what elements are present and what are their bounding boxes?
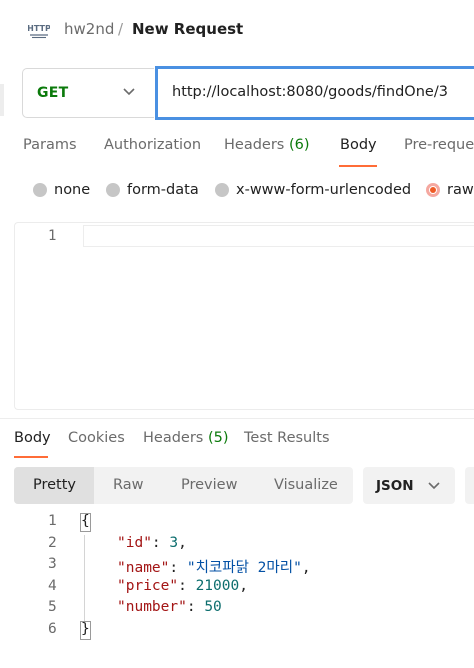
radio-icon	[33, 183, 47, 197]
json-open-brace: {	[81, 513, 90, 529]
json-key: "name"	[117, 560, 170, 576]
indent-guide	[84, 535, 85, 621]
active-response-tab-indicator	[14, 456, 48, 458]
format-label: JSON	[376, 478, 414, 494]
response-tab-body[interactable]: Body	[14, 430, 51, 446]
view-mode-visualize[interactable]: Visualize	[274, 477, 338, 493]
tab-body[interactable]: Body	[340, 137, 377, 153]
json-comma: ,	[239, 578, 248, 594]
body-type-label: form-data	[127, 182, 199, 198]
body-type-label: raw	[447, 182, 474, 198]
line-number: 1	[48, 228, 57, 244]
response-tab-headers[interactable]: Headers (5)	[143, 430, 229, 446]
line-number: 6	[48, 621, 57, 637]
view-mode-raw[interactable]: Raw	[113, 477, 144, 493]
json-key: "price"	[117, 578, 179, 594]
tab-params[interactable]: Params	[23, 137, 77, 153]
response-tab-cookies[interactable]: Cookies	[68, 430, 125, 446]
chevron-down-icon	[428, 482, 440, 490]
line-number: 5	[48, 599, 57, 615]
json-key: "number"	[117, 599, 187, 615]
tab-authorization[interactable]: Authorization	[104, 137, 201, 153]
active-tab-indicator	[339, 165, 377, 167]
json-line: "number": 50	[117, 599, 222, 615]
request-body-editor[interactable]	[14, 222, 474, 410]
line-number: 2	[48, 535, 57, 551]
tab-authorization-label: Authorization	[104, 137, 202, 153]
pane-divider[interactable]	[0, 418, 474, 419]
json-comma: ,	[178, 535, 187, 551]
response-tab-test-results[interactable]: Test Results	[244, 430, 330, 446]
radio-icon	[106, 183, 120, 197]
tab-headers[interactable]: Headers (6)	[224, 137, 310, 153]
tab-headers-label: Headers	[224, 137, 285, 153]
chevron-down-icon	[123, 88, 135, 96]
response-tab-headers-count: (5)	[207, 430, 229, 446]
json-value: 50	[204, 599, 222, 615]
line-number: 3	[48, 556, 57, 572]
json-value: "치코파닭 2마리"	[186, 560, 302, 576]
breadcrumb-collection[interactable]: hw2nd	[64, 20, 114, 38]
body-type-form-data[interactable]: form-data	[106, 180, 199, 200]
view-mode-pretty[interactable]: Pretty	[33, 477, 76, 493]
response-tab-test-results-label: Test Results	[244, 430, 330, 446]
sidebar-edge	[0, 84, 4, 116]
body-type-urlencoded[interactable]: x-www-form-urlencoded	[215, 180, 411, 200]
radio-icon	[215, 183, 229, 197]
line-number: 1	[48, 513, 57, 529]
json-comma: ,	[301, 560, 311, 576]
json-line: "id": 3,	[117, 535, 187, 551]
json-close-brace: }	[81, 621, 90, 637]
response-tab-body-label: Body	[14, 430, 51, 446]
tab-params-label: Params	[23, 137, 77, 153]
svg-text:HTTP: HTTP	[28, 24, 50, 33]
body-type-raw[interactable]: raw	[426, 180, 474, 200]
radio-checked-icon	[426, 183, 440, 197]
http-icon: HTTP	[28, 24, 50, 39]
body-type-none[interactable]: none	[33, 180, 90, 200]
json-value: 3	[169, 535, 179, 551]
json-line: "name": "치코파닭 2마리",	[117, 560, 311, 576]
method-label: GET	[37, 85, 69, 101]
editor-current-line[interactable]	[83, 225, 474, 247]
response-tab-headers-label: Headers	[143, 430, 204, 446]
json-value: 21000	[195, 578, 240, 594]
tab-pre-request-label: Pre-reque	[404, 137, 474, 153]
view-mode-preview[interactable]: Preview	[181, 477, 237, 493]
tab-body-label: Body	[340, 137, 377, 153]
json-key: "id"	[117, 535, 152, 551]
url-text: http://localhost:8080/goods/findOne/3	[172, 84, 448, 100]
breadcrumb-separator: /	[118, 20, 124, 38]
body-type-label: none	[54, 182, 91, 198]
request-title[interactable]: New Request	[132, 20, 243, 38]
wrap-toggle-button[interactable]	[465, 467, 474, 504]
tab-pre-request[interactable]: Pre-reque	[404, 137, 474, 153]
tab-headers-count: (6)	[288, 137, 310, 153]
body-type-label: x-www-form-urlencoded	[236, 182, 412, 198]
line-number: 4	[48, 578, 57, 594]
json-line: "price": 21000,	[117, 578, 248, 594]
response-tab-cookies-label: Cookies	[68, 430, 125, 446]
